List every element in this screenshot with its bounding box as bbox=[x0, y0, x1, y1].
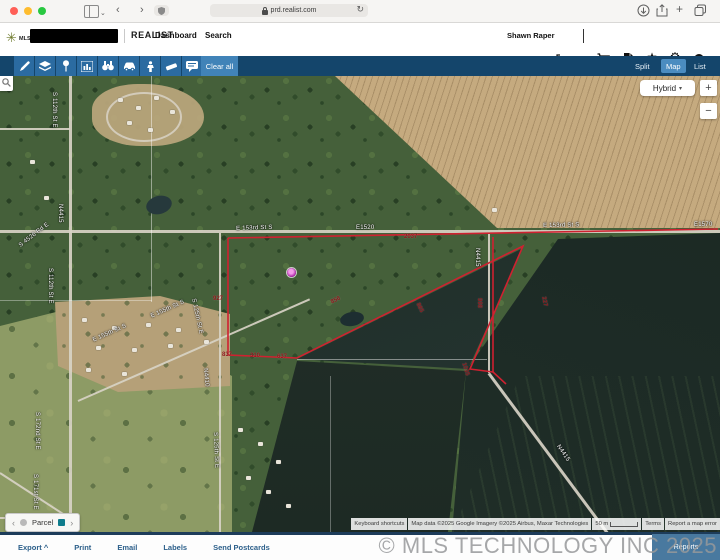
url-text: prd.realist.com bbox=[271, 7, 317, 14]
chevron-down-icon[interactable]: ⌄ bbox=[100, 6, 106, 21]
clear-all-button[interactable]: Clear all bbox=[201, 56, 238, 76]
sidebar-icon[interactable] bbox=[84, 5, 99, 18]
map-style-selector[interactable]: Hybrid ▾ bbox=[640, 80, 695, 96]
minimize-window-button[interactable] bbox=[24, 7, 32, 15]
terms-link[interactable]: Terms bbox=[642, 518, 664, 530]
layers-tool-button[interactable] bbox=[35, 56, 55, 76]
road-label: S 125th St E bbox=[212, 432, 219, 468]
car-icon bbox=[123, 61, 136, 71]
chevron-right-icon[interactable]: › bbox=[70, 518, 73, 528]
footer-actions: Export ^ Print Email Labels Send Postcar… bbox=[0, 535, 720, 560]
road-label: S 112th St E bbox=[47, 268, 53, 304]
tab-overview-icon[interactable] bbox=[694, 4, 707, 17]
search-icon bbox=[2, 78, 11, 87]
road-label: E1570 bbox=[694, 222, 712, 228]
parcel-dimension-label: 2037 bbox=[404, 234, 417, 240]
road-label: S 171st St E bbox=[32, 474, 38, 510]
redacted-org-name bbox=[30, 29, 118, 43]
mls-logo-text: MLS bbox=[19, 36, 31, 42]
view-list-button[interactable]: List bbox=[689, 59, 711, 73]
drive-time-tool-button[interactable] bbox=[119, 56, 139, 76]
road-label: S 172nd St E bbox=[34, 412, 40, 450]
parcel-layer-chip[interactable]: ‹ Parcel › bbox=[5, 513, 80, 532]
layers-icon bbox=[39, 61, 51, 72]
parcel-dimension-label: 837 bbox=[222, 352, 232, 358]
comment-tool-button[interactable] bbox=[182, 56, 202, 76]
road-label: E1520 bbox=[356, 225, 374, 231]
privacy-shield-icon[interactable] bbox=[154, 5, 169, 16]
parcel-chip-label: Parcel bbox=[32, 518, 53, 527]
close-window-button[interactable] bbox=[10, 7, 18, 15]
map-canvas[interactable]: E 153rd St SE1520E 153rd St SE1570S 4526… bbox=[0, 76, 720, 532]
road-label: N4415 bbox=[474, 248, 480, 267]
draw-tool-button[interactable] bbox=[14, 56, 34, 76]
road-label: N4415 bbox=[57, 204, 63, 223]
map-data-credit: Map data ©2025 Google Imagery ©2025 Airb… bbox=[408, 518, 591, 530]
map-attribution: Keyboard shortcuts Map data ©2025 Google… bbox=[351, 518, 720, 530]
nav-search[interactable]: Search bbox=[205, 31, 232, 40]
map-search-button[interactable] bbox=[0, 76, 13, 91]
keyboard-shortcuts-button[interactable]: Keyboard shortcuts bbox=[351, 518, 407, 530]
binoculars-icon bbox=[102, 61, 114, 71]
parcel-color-swatch[interactable] bbox=[58, 519, 65, 526]
street-view-tool-button[interactable] bbox=[140, 56, 160, 76]
zoom-in-button[interactable]: + bbox=[700, 80, 717, 96]
zoom-out-button[interactable]: − bbox=[700, 103, 717, 119]
report-map-error-link[interactable]: Report a map error bbox=[665, 518, 720, 530]
app-header: ✳ MLS REALIST Dashboard Search Shawn Rap… bbox=[0, 23, 720, 56]
reports-button[interactable]: Reports bbox=[652, 534, 720, 560]
map-pin-icon bbox=[62, 60, 70, 72]
maximize-window-button[interactable] bbox=[38, 7, 46, 15]
mls-logo-icon: ✳ bbox=[6, 31, 17, 45]
comment-icon bbox=[186, 61, 198, 72]
pin-tool-button[interactable] bbox=[56, 56, 76, 76]
road-label: E 153rd St S bbox=[236, 225, 273, 232]
export-button[interactable]: Export ^ bbox=[18, 543, 48, 552]
chevron-left-icon[interactable]: ‹ bbox=[12, 518, 15, 528]
downloads-icon[interactable] bbox=[637, 4, 650, 17]
email-button[interactable]: Email bbox=[117, 543, 137, 552]
chart-tool-button[interactable] bbox=[77, 56, 97, 76]
send-postcards-button[interactable]: Send Postcards bbox=[213, 543, 270, 552]
browser-chrome: ⌄ ‹ › prd.realist.com ↻ + bbox=[0, 0, 720, 23]
ruler-icon bbox=[165, 61, 177, 72]
print-button[interactable]: Print bbox=[74, 543, 91, 552]
parcel-outline bbox=[0, 76, 720, 532]
labels-button[interactable]: Labels bbox=[163, 543, 187, 552]
view-map-button[interactable]: Map bbox=[661, 59, 686, 73]
parcel-dimension-label: 637 bbox=[277, 354, 287, 360]
parcel-dimension-label: 310 bbox=[250, 353, 260, 359]
street-view-icon bbox=[145, 61, 156, 72]
forward-button[interactable]: › bbox=[140, 3, 144, 18]
search-area-tool-button[interactable] bbox=[98, 56, 118, 76]
map-marker[interactable] bbox=[287, 268, 296, 277]
refresh-icon[interactable]: ↻ bbox=[356, 4, 364, 15]
layer-dot-icon bbox=[20, 519, 27, 526]
view-split-button[interactable]: Split bbox=[630, 59, 655, 73]
bar-chart-icon bbox=[81, 61, 93, 72]
back-button[interactable]: ‹ bbox=[116, 3, 120, 18]
chevron-down-icon: ▾ bbox=[679, 85, 682, 92]
parcel-dimension-label: 998 bbox=[476, 298, 482, 308]
user-name[interactable]: Shawn Raper bbox=[507, 31, 555, 40]
share-icon[interactable] bbox=[656, 4, 668, 17]
measure-tool-button[interactable] bbox=[161, 56, 181, 76]
road-label: S 112th St E bbox=[51, 92, 57, 128]
nav-dashboard[interactable]: Dashboard bbox=[155, 31, 197, 40]
new-tab-icon[interactable]: + bbox=[676, 2, 683, 17]
pencil-icon bbox=[19, 61, 30, 72]
map-toolbar: Clear all Split Map List bbox=[0, 56, 720, 76]
parcel-dimension-label: 927 bbox=[213, 296, 223, 302]
road-label: E 153rd St S bbox=[543, 222, 580, 229]
url-bar[interactable]: prd.realist.com ↻ bbox=[210, 4, 368, 17]
scale-indicator: 50 m bbox=[592, 518, 641, 530]
lock-icon bbox=[262, 7, 268, 15]
